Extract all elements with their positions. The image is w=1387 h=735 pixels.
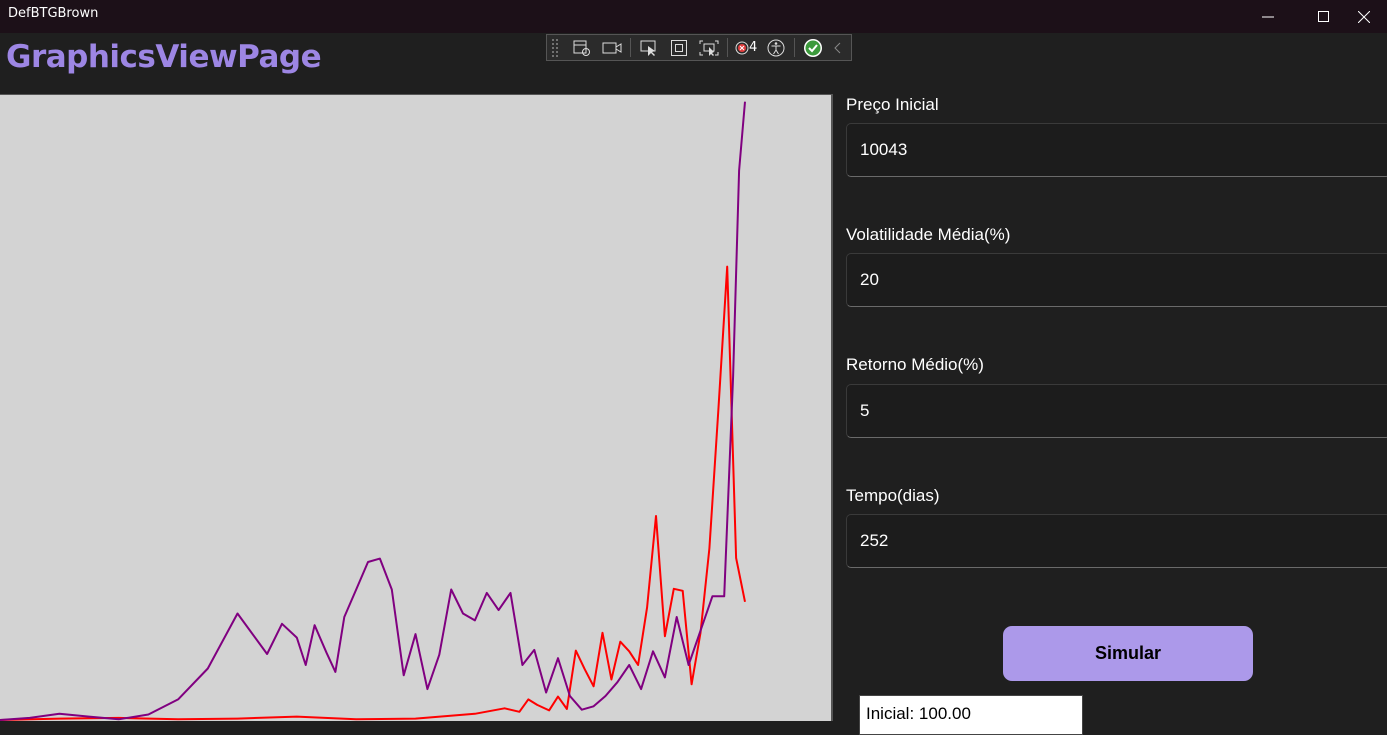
select-element-button[interactable]: [634, 35, 664, 60]
hot-reload-status-button[interactable]: [798, 35, 828, 60]
title-bar: DefBTGBrown: [0, 0, 1387, 33]
initial-price-input[interactable]: [846, 123, 1387, 177]
minimize-button[interactable]: [1245, 0, 1291, 33]
track-focus-icon: [699, 40, 719, 56]
volatility-input[interactable]: [846, 253, 1387, 307]
layout-adorner-icon: [671, 39, 687, 56]
series-line-purple: [0, 101, 746, 721]
series-line-red: [0, 265, 746, 721]
volatility-label: Volatilidade Média(%): [846, 225, 1011, 244]
record-button[interactable]: [597, 35, 627, 60]
check-circle-icon: [804, 38, 823, 57]
separator: [794, 38, 796, 57]
mean-return-input[interactable]: [846, 384, 1387, 438]
drag-grip-icon[interactable]: [551, 38, 559, 57]
page-title: GraphicsViewPage: [6, 39, 322, 75]
price-chart: [0, 101, 746, 721]
window-title: DefBTGBrown: [8, 6, 99, 21]
result-label: Inicial: 100.00: [859, 695, 1083, 735]
debug-toolbar: 4: [546, 34, 852, 61]
close-button[interactable]: [1341, 0, 1387, 33]
time-days-input[interactable]: [846, 514, 1387, 568]
collapse-toolbar-button[interactable]: [828, 35, 848, 60]
select-cursor-icon: [640, 40, 656, 56]
accessibility-checker-button[interactable]: [761, 35, 791, 60]
chevron-left-icon: [834, 42, 841, 53]
close-icon: [1358, 10, 1370, 23]
visual-tree-icon: [573, 40, 590, 56]
minimize-icon: [1262, 16, 1274, 17]
maximize-icon: [1318, 10, 1329, 22]
track-focus-button[interactable]: [694, 35, 724, 60]
separator: [727, 38, 728, 57]
time-days-label: Tempo(dias): [846, 486, 940, 505]
graphics-view: [0, 94, 833, 721]
mean-return-label: Retorno Médio(%): [846, 355, 984, 374]
video-camera-icon: [602, 42, 622, 53]
simulate-button[interactable]: Simular: [1003, 626, 1253, 681]
initial-price-label: Preço Inicial: [846, 95, 939, 114]
live-visual-tree-button[interactable]: [567, 35, 597, 60]
binding-failure-count: 4: [749, 40, 758, 55]
accessibility-icon: [767, 39, 785, 56]
separator: [630, 38, 631, 57]
display-layout-adorners-button[interactable]: [664, 35, 694, 60]
